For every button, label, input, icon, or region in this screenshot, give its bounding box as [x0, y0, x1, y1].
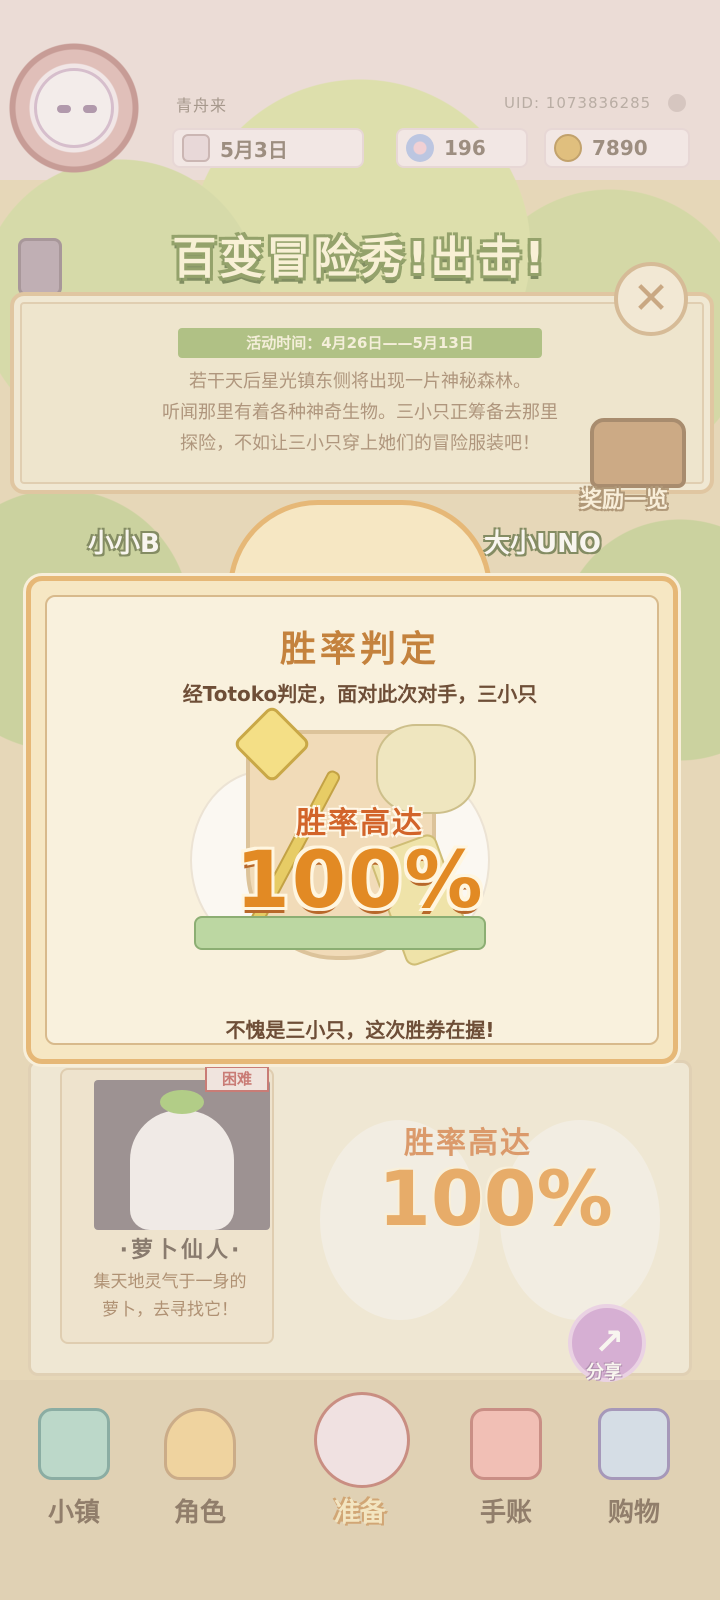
modal-title: 胜率判定: [279, 629, 440, 670]
modal-footer-text: 不愧是三小只，这次胜券在握!: [225, 1018, 495, 1042]
win-rate-value: 100%: [235, 836, 485, 926]
modal-subtitle: 经Totoko判定，面对此次对手，三小只: [182, 682, 538, 706]
